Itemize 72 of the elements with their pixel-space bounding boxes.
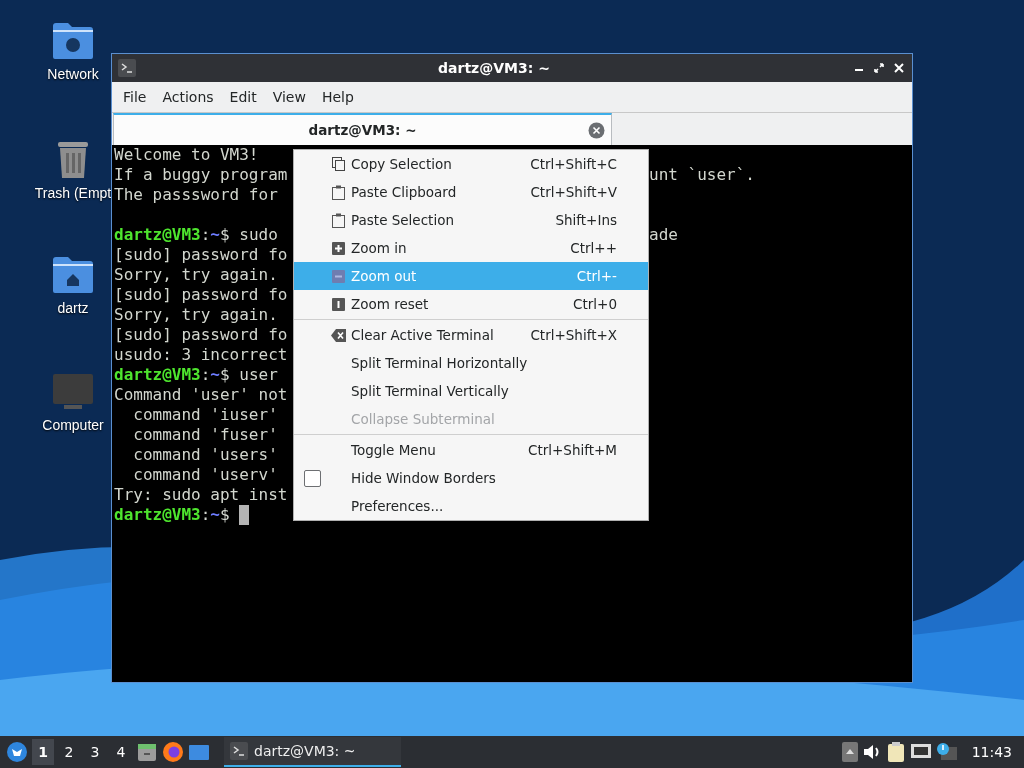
terminal-line: The passsword for [114, 185, 279, 205]
restore-icon[interactable] [872, 61, 886, 75]
start-menu-icon[interactable] [6, 741, 28, 763]
terminal-line: If a buggy program [114, 165, 289, 185]
terminal-icon [230, 742, 248, 760]
terminal-line: command 'users' [132, 445, 279, 465]
menu-item[interactable]: Clear Active Terminal Ctrl+Shift+X [294, 321, 648, 349]
window-title: dartz@VM3: ~ [437, 60, 551, 76]
backspace-icon [331, 328, 346, 342]
tab-close-icon[interactable] [588, 122, 605, 139]
menu-item[interactable]: Zoom reset Ctrl+0 [294, 290, 648, 318]
menu-item[interactable]: Hide Window Borders [294, 464, 648, 492]
menu-item[interactable]: Split Terminal Horizontally [294, 349, 648, 377]
menu-item[interactable]: Zoom in Ctrl++ [294, 234, 648, 262]
workspace-button[interactable]: 4 [110, 739, 132, 765]
terminal-tab[interactable]: dartz@VM3: ~ [113, 113, 612, 145]
clipboard-icon [332, 212, 345, 228]
desktop-icon-label[interactable]: Trash (Empt [34, 185, 112, 201]
network-folder-icon [52, 22, 94, 60]
terminal-line: [sudo] password fo [114, 245, 289, 265]
menu-item[interactable]: Toggle Menu Ctrl+Shift+M [294, 436, 648, 464]
terminal-line: ade [649, 225, 679, 245]
menu-bar-item[interactable]: File [122, 89, 156, 105]
clipboard-icon[interactable] [885, 741, 906, 763]
menu-bar-item[interactable]: Help [320, 89, 363, 105]
zoom-out-icon [332, 269, 345, 283]
notification-icon[interactable] [935, 742, 958, 762]
taskbar-task-button[interactable]: dartz@VM3: ~ [224, 737, 401, 767]
zoom-reset-icon [332, 297, 345, 311]
menu-item[interactable]: Copy Selection Ctrl+Shift+C [294, 150, 648, 178]
close-icon[interactable] [892, 61, 906, 75]
terminal-line: unt `user`. [649, 165, 756, 185]
workspace-button[interactable]: 3 [84, 739, 106, 765]
terminal-line: command 'fuser' [132, 425, 279, 445]
computer-monitor-icon [52, 373, 94, 411]
clock: 11:43 [971, 744, 1012, 760]
desktop-icon-label[interactable]: dartz [57, 300, 89, 316]
workspace-button[interactable]: 1 [32, 739, 54, 765]
menu-bar-item[interactable]: Edit [228, 89, 266, 105]
menu-bar-item[interactable]: View [271, 89, 315, 105]
terminal-line: command 'userv' [132, 465, 279, 485]
menu-item[interactable]: Paste Clipboard Ctrl+Shift+V [294, 178, 648, 206]
terminal-line: [sudo] password fo [114, 285, 289, 305]
terminal-line: dartz@VM3:~$ user [114, 365, 279, 385]
terminal-line: [sudo] password fo [114, 325, 289, 345]
terminal-icon [118, 59, 136, 77]
workspace-button[interactable]: 2 [58, 739, 80, 765]
terminal-line: command 'iuser' [132, 405, 279, 425]
desktop-icon-label[interactable]: Network [47, 66, 99, 82]
terminal-line: dartz@VM3:~$ [114, 505, 293, 525]
copy-icon [331, 157, 346, 171]
browser-icon[interactable] [162, 741, 184, 763]
terminal-line: Sorry, try again. [114, 265, 279, 285]
menu-bar-item[interactable]: Actions [161, 89, 223, 105]
tray-expand-icon[interactable] [841, 742, 858, 762]
zoom-in-icon [332, 241, 345, 255]
terminal-line: Command 'user' not [114, 385, 289, 405]
file-cabinet-icon[interactable] [136, 741, 158, 763]
home-folder-icon [52, 256, 94, 294]
text-cursor [239, 505, 250, 525]
desktop-icon-label[interactable]: Computer [42, 417, 104, 433]
terminal-line: Sorry, try again. [114, 305, 279, 325]
checkbox[interactable] [304, 469, 321, 487]
clipboard-icon [332, 184, 345, 200]
trash-icon [56, 139, 90, 179]
terminal-line: Welcome to VM3! [114, 145, 260, 165]
terminal-line: usudo: 3 incorrect [114, 345, 289, 365]
menu-item[interactable]: Paste Selection Shift+Ins [294, 206, 648, 234]
terminal-line: Try: sudo apt inst [114, 485, 289, 505]
terminal-line: dartz@VM3:~$ sudo [114, 225, 279, 245]
menu-item[interactable]: Split Terminal Vertically [294, 377, 648, 405]
menu-item[interactable]: Preferences... [294, 492, 648, 520]
